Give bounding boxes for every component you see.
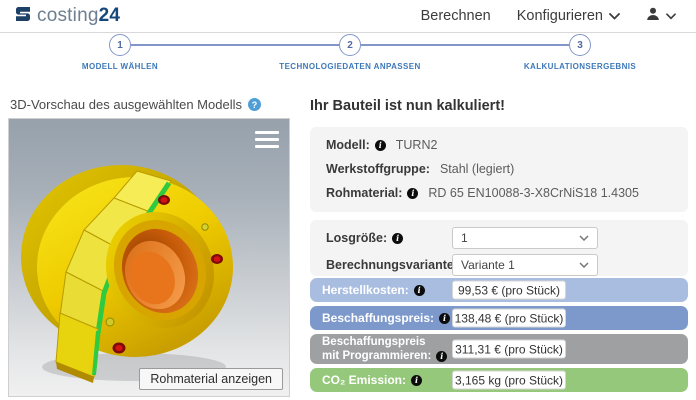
info-icon[interactable] [411, 375, 422, 386]
beschaffungspreis-programmieren-label: Beschaffungspreis mit Programmieren: [322, 335, 447, 364]
losgroesse-label: Losgröße: [326, 231, 403, 245]
step-1-label: MODELL WÄHLEN [40, 62, 200, 71]
nav-konfigurieren-label: Konfigurieren [517, 8, 603, 24]
herstellkosten-label-text: Herstellkosten: [322, 283, 409, 297]
step-modell-waehlen[interactable]: 1 MODELL WÄHLEN [40, 34, 200, 71]
info-icon[interactable] [439, 313, 450, 324]
werkstoffgruppe-value: Stahl (legiert) [440, 162, 514, 176]
modell-label: Modell: [326, 138, 370, 152]
cost-row-co2-emission: CO₂ Emission: 3,165 kg (pro Stück) [310, 368, 688, 392]
logo-s-icon [14, 5, 32, 28]
calculation-controls-panel: Losgröße: 1 Berechnungsvariante: Variant… [310, 220, 688, 276]
step-2-circle[interactable]: 2 [339, 34, 361, 56]
control-row-berechnungsvariante: Berechnungsvariante: Variante 1 [326, 254, 672, 276]
losgroesse-select[interactable]: 1 [452, 227, 598, 249]
chevron-down-icon [579, 262, 589, 268]
viewer-menu-icon[interactable] [255, 131, 279, 152]
label-line-2: mit Programmieren: [322, 349, 431, 363]
cost-row-beschaffungspreis-programmieren: Beschaffungspreis mit Programmieren: 311… [310, 334, 688, 364]
modell-value: TURN2 [396, 138, 438, 152]
info-icon[interactable] [414, 285, 425, 296]
rohmaterial-label: Rohmaterial: [326, 186, 402, 200]
co2-emission-label: CO₂ Emission: [322, 373, 422, 387]
help-icon[interactable] [248, 98, 261, 111]
chevron-down-icon [579, 235, 589, 241]
detail-row-modell: Modell: TURN2 [326, 138, 672, 152]
cad-model-flange [9, 119, 291, 396]
nav-berechnen[interactable]: Berechnen [421, 8, 491, 24]
app-logo[interactable]: costing24 [14, 5, 120, 28]
preview-title: 3D-Vorschau des ausgewählten Modells [10, 97, 261, 112]
wizard-stepper: 1 MODELL WÄHLEN 2 TECHNOLOGIEDATEN ANPAS… [0, 34, 696, 90]
beschaffungspreis-label-text: Beschaffungspreis: [322, 311, 434, 325]
info-icon[interactable] [436, 351, 447, 362]
nav-berechnen-label: Berechnen [421, 8, 491, 24]
berechnungsvariante-selected-value: Variante 1 [461, 258, 515, 272]
step-2-label: TECHNOLOGIEDATEN ANPASSEN [270, 62, 430, 71]
chevron-down-icon [666, 8, 676, 24]
losgroesse-selected-value: 1 [461, 231, 468, 245]
info-icon[interactable] [375, 140, 386, 151]
logo-name: costing [37, 5, 99, 26]
part-details-panel: Modell: TURN2 Werkstoffgruppe: Stahl (le… [310, 127, 688, 212]
beschaffungspreis-programmieren-value: 311,31 € (pro Stück) [452, 340, 566, 359]
co2-emission-value: 3,165 kg (pro Stück) [452, 371, 566, 390]
herstellkosten-label: Herstellkosten: [322, 283, 425, 297]
co2-emission-label-text: CO₂ Emission: [322, 373, 406, 387]
beschaffungspreis-value: 138,48 € (pro Stück) [452, 309, 566, 328]
detail-row-rohmaterial: Rohmaterial: RD 65 EN10088-3-X8CrNiS18 1… [326, 186, 672, 200]
user-icon [646, 7, 660, 25]
step-3-label: KALKULATIONSERGEBNIS [500, 62, 660, 71]
control-row-losgroesse: Losgröße: 1 [326, 227, 672, 249]
rohmaterial-value: RD 65 EN10088-3-X8CrNiS18 1.4305 [428, 186, 639, 200]
losgroesse-label-text: Losgröße: [326, 231, 387, 245]
berechnungsvariante-select[interactable]: Variante 1 [452, 254, 598, 276]
logo-suffix: 24 [99, 5, 121, 26]
logo-text: costing24 [37, 5, 120, 27]
show-raw-material-button[interactable]: Rohmaterial anzeigen [139, 368, 283, 390]
app-header: costing24 Berechnen Konfigurieren [0, 0, 696, 33]
cost-row-beschaffungspreis: Beschaffungspreis: 138,48 € (pro Stück) [310, 306, 688, 330]
result-heading: Ihr Bauteil ist nun kalkuliert! [310, 98, 505, 114]
step-1-circle[interactable]: 1 [109, 34, 131, 56]
info-icon[interactable] [392, 233, 403, 244]
info-icon[interactable] [407, 188, 418, 199]
chevron-down-icon [609, 8, 620, 24]
herstellkosten-value: 99,53 € (pro Stück) [452, 281, 566, 300]
beschaffungspreis-label: Beschaffungspreis: [322, 311, 450, 325]
step-3-circle[interactable]: 3 [569, 34, 591, 56]
cost-row-herstellkosten: Herstellkosten: 99,53 € (pro Stück) [310, 278, 688, 302]
cost-results: Herstellkosten: 99,53 € (pro Stück) Besc… [310, 278, 688, 396]
3d-viewer[interactable]: Rohmaterial anzeigen [8, 118, 290, 397]
step-kalkulationsergebnis[interactable]: 3 KALKULATIONSERGEBNIS [500, 34, 660, 71]
user-menu[interactable] [646, 7, 676, 25]
top-nav: Berechnen Konfigurieren [421, 7, 676, 25]
step-technologiedaten[interactable]: 2 TECHNOLOGIEDATEN ANPASSEN [270, 34, 430, 71]
label-line-1: Beschaffungspreis [322, 336, 426, 348]
detail-row-werkstoffgruppe: Werkstoffgruppe: Stahl (legiert) [326, 162, 672, 176]
nav-konfigurieren[interactable]: Konfigurieren [517, 8, 620, 24]
berechnungsvariante-label-text: Berechnungsvariante: [326, 258, 458, 272]
preview-title-text: 3D-Vorschau des ausgewählten Modells [10, 97, 242, 112]
werkstoffgruppe-label: Werkstoffgruppe: [326, 162, 430, 176]
